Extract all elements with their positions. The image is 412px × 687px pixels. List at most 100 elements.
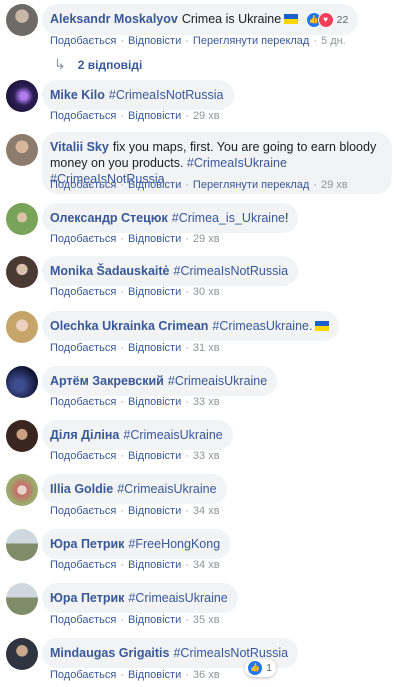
avatar[interactable] xyxy=(6,4,38,36)
comment-author[interactable]: Олександр Стецюк xyxy=(50,211,168,225)
separator: · xyxy=(185,614,189,626)
hashtag[interactable]: #CrimeaIsNotRussia xyxy=(173,646,288,660)
timestamp[interactable]: 33 хв xyxy=(193,450,220,462)
timestamp[interactable]: 29 хв xyxy=(193,110,220,122)
see-translation-button[interactable]: Переглянути переклад xyxy=(193,179,309,191)
avatar[interactable] xyxy=(6,311,38,343)
avatar[interactable] xyxy=(6,203,38,235)
avatar[interactable] xyxy=(6,420,38,452)
comment-bubble: Артём Закревский #CrimeaisUkraine xyxy=(42,366,278,396)
like-button[interactable]: Подобається xyxy=(50,505,116,517)
view-replies-link[interactable]: ↳ 2 відповіді xyxy=(54,56,142,73)
avatar[interactable] xyxy=(6,134,38,166)
avatar[interactable] xyxy=(6,583,38,615)
separator: · xyxy=(313,35,318,47)
comment-actions: Подобається · Відповісти · 29 хв xyxy=(50,233,220,245)
comment-bubble: Юра Петрик #FreeHongKong xyxy=(42,529,231,559)
separator: · xyxy=(120,614,124,626)
timestamp[interactable]: 33 хв xyxy=(193,396,220,408)
separator: · xyxy=(185,669,189,681)
separator: · xyxy=(185,286,189,298)
ukraine-flag-icon xyxy=(315,321,330,331)
comment-author[interactable]: Mindaugas Grigaitis xyxy=(50,646,169,660)
timestamp[interactable]: 31 хв xyxy=(193,342,220,354)
comment-author[interactable]: Aleksandr Moskalyov xyxy=(50,12,178,26)
like-button[interactable]: Подобається xyxy=(50,233,116,245)
hashtag[interactable]: #CrimeasUkraine. xyxy=(212,319,312,333)
like-button[interactable]: Подобається xyxy=(50,669,116,681)
reply-button[interactable]: Відповісти xyxy=(128,286,181,298)
comment-actions: Подобається · Відповісти · 30 хв xyxy=(50,286,220,298)
hashtag[interactable]: #CrimeaisUkraine xyxy=(128,591,227,605)
hashtag[interactable]: #CrimeaisUkraine xyxy=(168,374,267,388)
timestamp[interactable]: 34 хв xyxy=(193,559,220,571)
see-translation-button[interactable]: Переглянути переклад xyxy=(193,35,309,47)
reply-button[interactable]: Відповісти xyxy=(128,614,181,626)
comment-author[interactable]: Vitalii Sky xyxy=(50,140,109,154)
comment-actions: Подобається · Відповісти · 33 хв xyxy=(50,450,220,462)
separator: · xyxy=(120,286,124,298)
like-button[interactable]: Подобається xyxy=(50,179,116,191)
separator: · xyxy=(120,35,124,47)
hashtag[interactable]: #CrimeaIsUkraine xyxy=(187,156,287,170)
reply-button[interactable]: Відповісти xyxy=(128,342,181,354)
reaction-count: 1 xyxy=(266,662,272,674)
comment-bubble: Юра Петрик #CrimeaisUkraine xyxy=(42,583,238,613)
reply-button[interactable]: Відповісти xyxy=(128,35,181,47)
like-button[interactable]: Подобається xyxy=(50,342,116,354)
reply-button[interactable]: Відповісти xyxy=(128,450,181,462)
like-button[interactable]: Подобається xyxy=(50,450,116,462)
comment-text: money on you products. xyxy=(50,156,184,170)
hashtag[interactable]: #Crimea_is_Ukraine xyxy=(172,211,285,225)
timestamp[interactable]: 30 хв xyxy=(193,286,220,298)
hashtag[interactable]: #FreeHongKong xyxy=(128,537,220,551)
comment-bubble: Olechka Ukrainka Crimean #CrimeasUkraine. xyxy=(42,311,340,341)
timestamp[interactable]: 29 хв xyxy=(321,179,348,191)
like-button[interactable]: Подобається xyxy=(50,614,116,626)
reaction-summary[interactable]: 👍 ♥ 22 xyxy=(305,11,348,28)
hashtag[interactable]: #CrimeaisUkraine xyxy=(117,482,216,496)
hashtag[interactable]: #CrimeaIsNotRussia xyxy=(109,88,224,102)
comment-author[interactable]: Monika Šadauskaitė xyxy=(50,264,170,278)
avatar[interactable] xyxy=(6,529,38,561)
reply-button[interactable]: Відповісти xyxy=(128,233,181,245)
comment-actions: Подобається · Відповісти · 34 хв xyxy=(50,505,220,517)
comment-bubble: Діля Діліна #CrimeaisUkraine xyxy=(42,420,233,450)
comment-author[interactable]: Юра Петрик xyxy=(50,537,124,551)
avatar[interactable] xyxy=(6,256,38,288)
reply-button[interactable]: Відповісти xyxy=(128,505,181,517)
comment-text: fix you maps, first. You are going to ea… xyxy=(112,140,377,154)
reply-button[interactable]: Відповісти xyxy=(128,179,181,191)
comment-author[interactable]: Діля Діліна xyxy=(50,428,119,442)
timestamp[interactable]: 29 хв xyxy=(193,233,220,245)
comment-author[interactable]: Illia Goldie xyxy=(50,482,113,496)
like-button[interactable]: Подобається xyxy=(50,35,116,47)
timestamp[interactable]: 5 дн. xyxy=(321,35,346,47)
like-button[interactable]: Подобається xyxy=(50,396,116,408)
comment-author[interactable]: Olechka Ukrainka Crimean xyxy=(50,319,208,333)
comment-author[interactable]: Артём Закревский xyxy=(50,374,164,388)
reaction-summary[interactable]: 👍 1 xyxy=(245,659,276,677)
timestamp[interactable]: 34 хв xyxy=(193,505,220,517)
comment-author[interactable]: Mike Kilo xyxy=(50,88,105,102)
hashtag[interactable]: #CrimeaIsNotRussia xyxy=(174,264,289,278)
avatar[interactable] xyxy=(6,80,38,112)
avatar[interactable] xyxy=(6,366,38,398)
reply-button[interactable]: Відповісти xyxy=(128,110,181,122)
timestamp[interactable]: 35 хв xyxy=(193,614,220,626)
comment-actions: Подобається · Відповісти · 29 хв xyxy=(50,110,220,122)
comment-actions: Подобається · Відповісти · Переглянути перек… xyxy=(50,179,348,191)
separator: · xyxy=(120,179,124,191)
reply-button[interactable]: Відповісти xyxy=(128,559,181,571)
reply-button[interactable]: Відповісти xyxy=(128,669,181,681)
comment-text: ! xyxy=(285,211,289,225)
comment-author[interactable]: Юра Петрик xyxy=(50,591,124,605)
timestamp[interactable]: 36 хв xyxy=(193,669,220,681)
avatar[interactable] xyxy=(6,474,38,506)
reply-button[interactable]: Відповісти xyxy=(128,396,181,408)
like-button[interactable]: Подобається xyxy=(50,110,116,122)
like-button[interactable]: Подобається xyxy=(50,559,116,571)
avatar[interactable] xyxy=(6,638,38,670)
like-button[interactable]: Подобається xyxy=(50,286,116,298)
hashtag[interactable]: #CrimeaisUkraine xyxy=(123,428,222,442)
